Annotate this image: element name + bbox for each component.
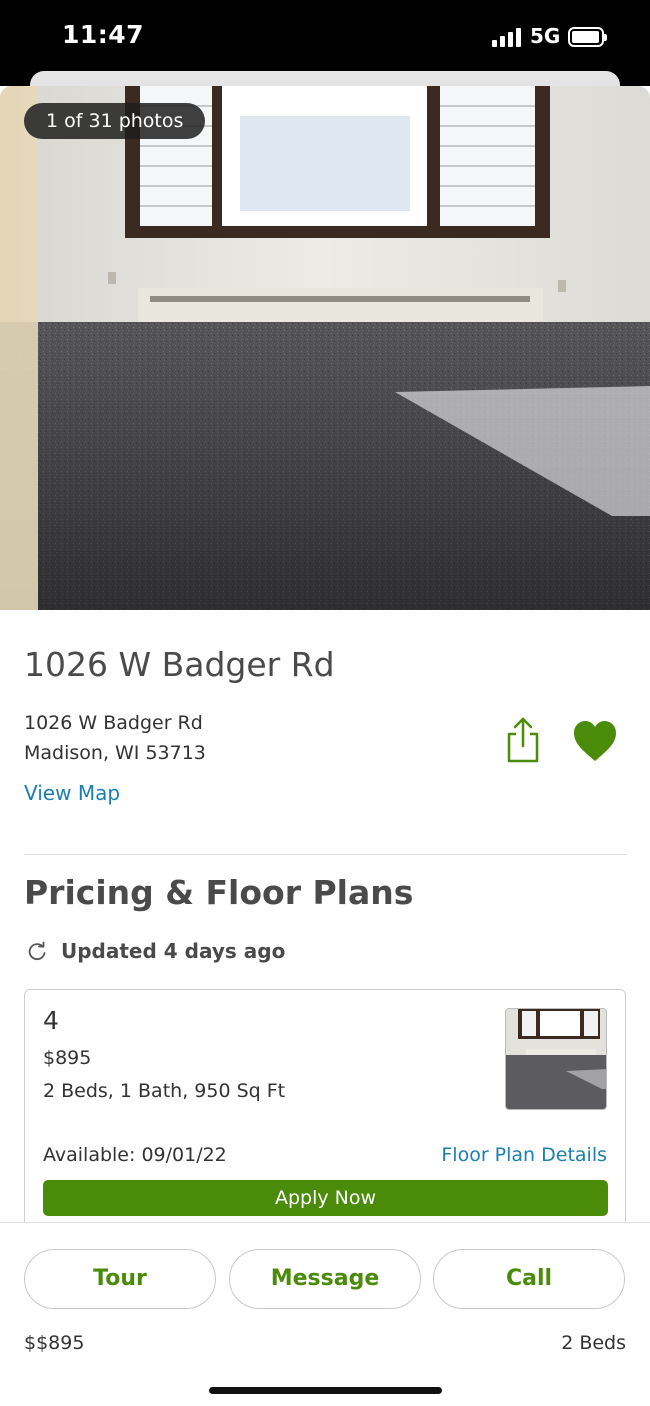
share-button[interactable] (503, 716, 543, 766)
tour-button[interactable]: Tour (24, 1249, 216, 1309)
refresh-icon (26, 941, 48, 963)
unit-number: 4 (43, 1006, 59, 1035)
home-indicator[interactable] (209, 1387, 442, 1394)
section-divider (24, 854, 626, 855)
signal-icon (492, 27, 524, 47)
updated-label: Updated 4 days ago (61, 939, 286, 963)
floor-plan-card[interactable]: 4 $895 2 Beds, 1 Bath, 950 Sq Ft Availab… (24, 989, 626, 1249)
heart-icon (574, 721, 616, 761)
apply-now-button[interactable]: Apply Now (43, 1180, 608, 1216)
bottom-price: $$895 (24, 1332, 85, 1354)
call-button[interactable]: Call (433, 1249, 625, 1309)
bottom-action-bar: Tour Message Call $$895 2 Beds (0, 1222, 650, 1406)
bottom-beds: 2 Beds (561, 1332, 626, 1354)
unit-specs: 2 Beds, 1 Bath, 950 Sq Ft (43, 1080, 286, 1102)
view-map-link[interactable]: View Map (24, 781, 120, 805)
availability-date: Available: 09/01/22 (43, 1144, 227, 1166)
network-label: 5G (530, 24, 561, 48)
pricing-section-title: Pricing & Floor Plans (24, 873, 414, 912)
floor-plan-thumbnail[interactable] (505, 1008, 607, 1110)
address-line-1: 1026 W Badger Rd (24, 712, 203, 734)
floor-plan-details-link[interactable]: Floor Plan Details (441, 1144, 607, 1166)
favorite-button[interactable] (572, 719, 618, 765)
listing-title: 1026 W Badger Rd (24, 645, 335, 684)
battery-icon (568, 27, 607, 47)
listing-photo[interactable] (0, 86, 650, 610)
photo-counter: 1 of 31 photos (24, 103, 206, 139)
share-icon (507, 717, 539, 763)
address-line-2: Madison, WI 53713 (24, 742, 206, 764)
unit-price: $895 (43, 1047, 92, 1069)
message-button[interactable]: Message (229, 1249, 421, 1309)
room-photo-image (0, 86, 650, 610)
status-time: 11:47 (62, 20, 145, 49)
